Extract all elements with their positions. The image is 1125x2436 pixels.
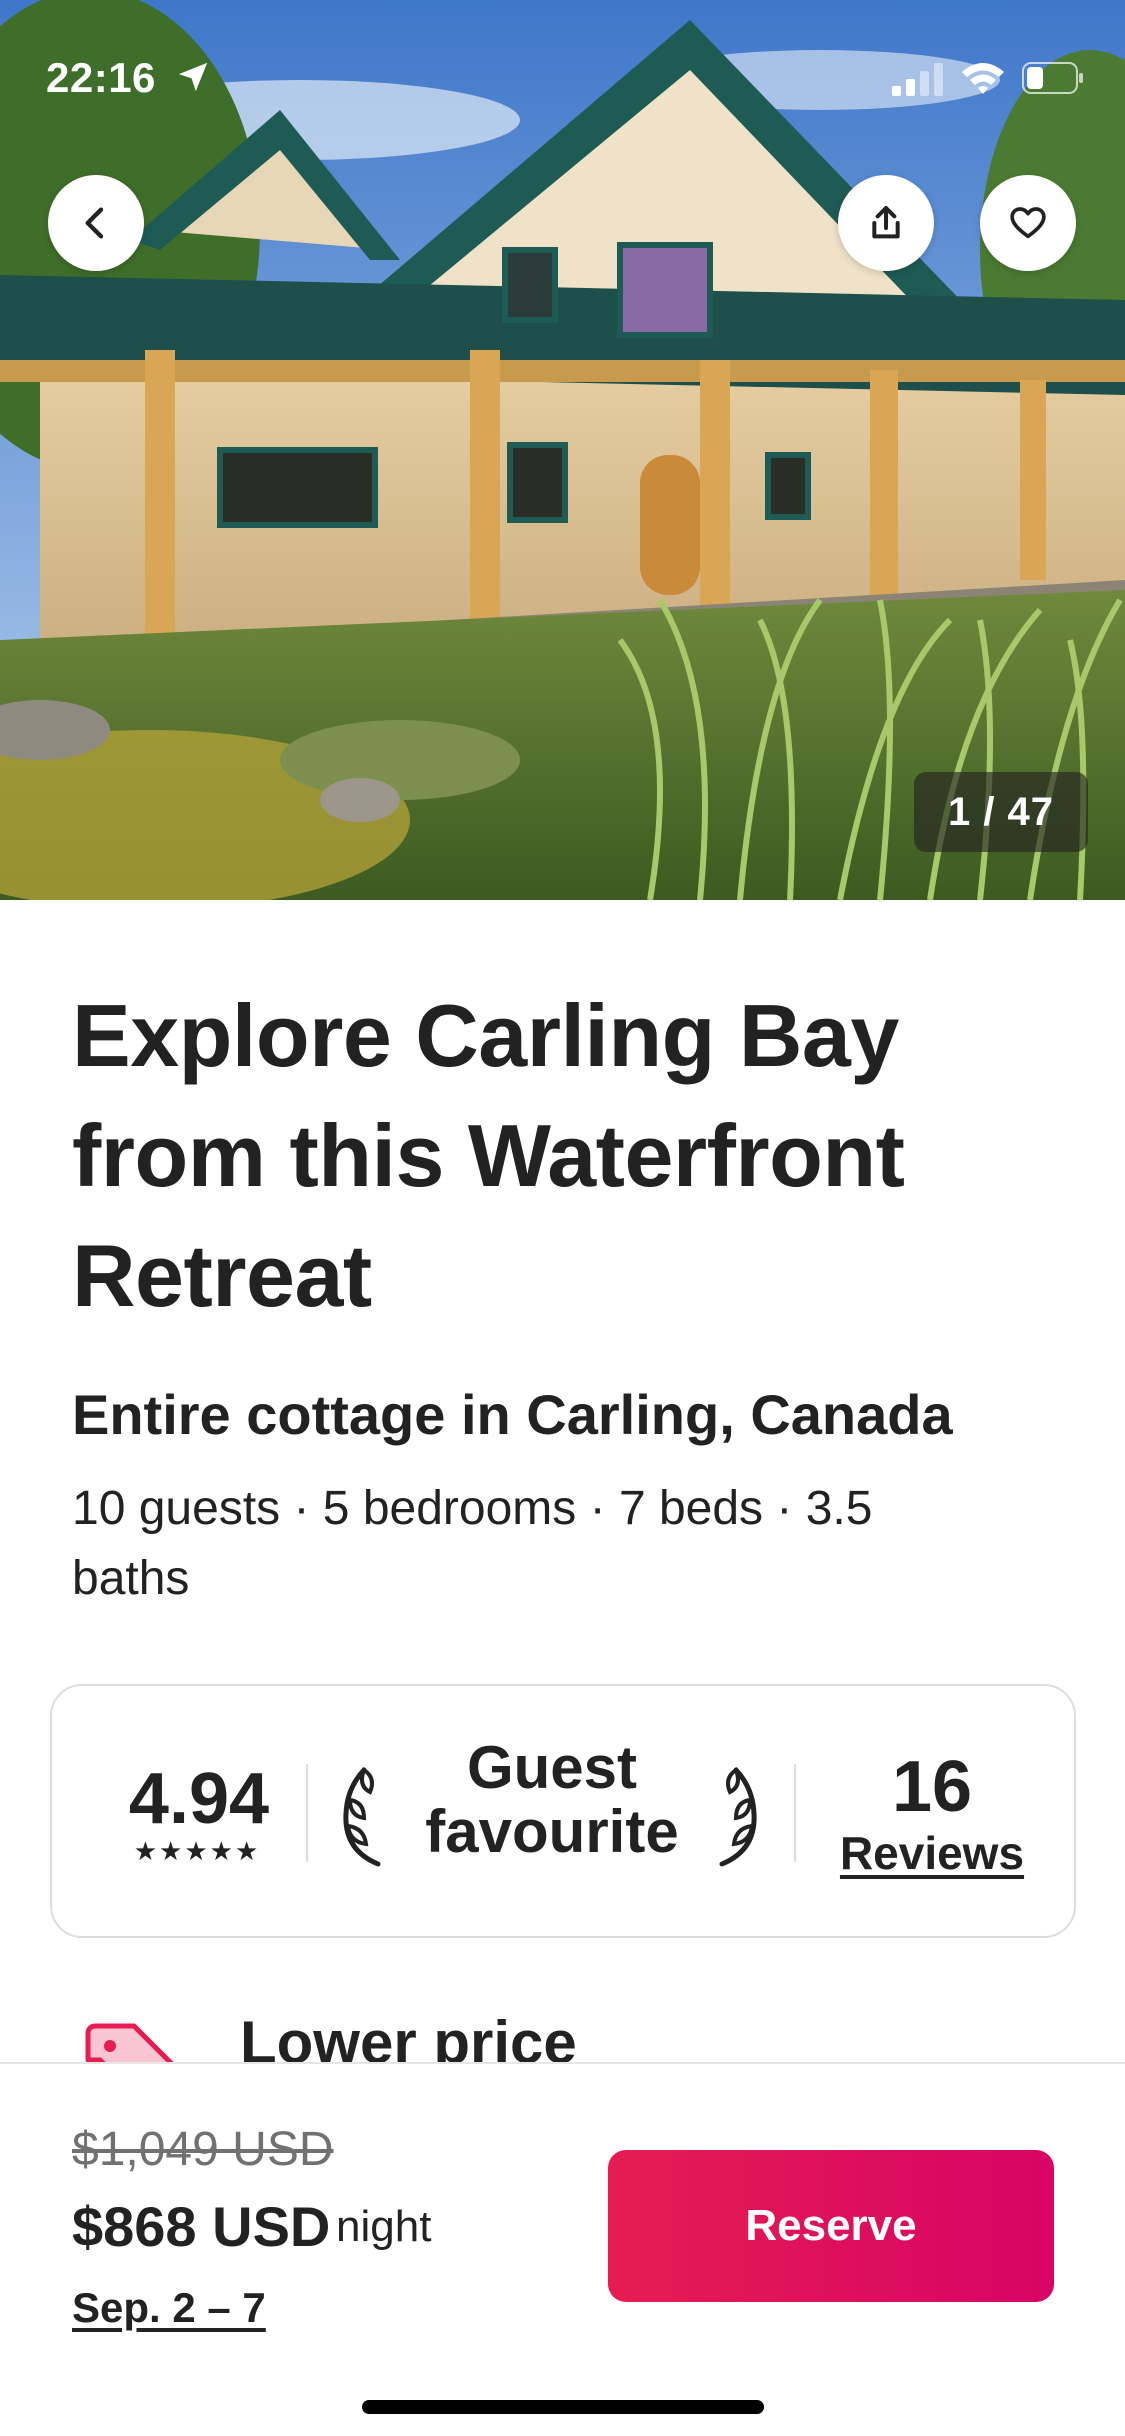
save-to-wishlist-button[interactable] (980, 175, 1076, 271)
lower-price-banner: Lower price (0, 2006, 1125, 2062)
price-tag-icon (85, 2023, 174, 2062)
heart-icon (1010, 207, 1046, 239)
card-divider (306, 1764, 308, 1862)
rating-stars: ★★★★★ (133, 1836, 261, 1866)
battery-icon (1022, 62, 1083, 94)
listing-title: Explore Carling Bay from this Waterfront… (72, 986, 905, 1325)
listing-subtitle: Entire cottage in Carling, Canada (72, 1383, 953, 1446)
share-button[interactable] (838, 175, 934, 271)
original-price: $1,049 USD (72, 2123, 334, 2176)
rating-card[interactable]: 4.94 ★★★★★ Guest favourite 16 Reviews (50, 1684, 1076, 1938)
booking-bar: $1,049 USD $868 USD night Sep. 2 – 7 Res… (0, 2062, 1125, 2436)
home-indicator[interactable] (362, 2400, 764, 2414)
reserve-button[interactable]: Reserve (608, 2150, 1054, 2302)
photo-counter: 1 / 47 (914, 772, 1088, 852)
guest-favourite-badge: Guest favourite (425, 1734, 679, 1865)
nightly-price: $868 USD (72, 2195, 331, 2258)
laurel-icon (719, 1766, 757, 1867)
rating-score: 4.94 (128, 1759, 270, 1839)
reviews-link[interactable]: Reviews (812, 1826, 1052, 1880)
lower-price-text: Lower price (240, 2009, 577, 2062)
signal-icon (892, 63, 943, 96)
status-time: 22:16 (46, 54, 156, 101)
listing-details: 10 guests · 5 bedrooms · 7 beds · 3.5 ba… (72, 1482, 873, 1605)
card-divider (794, 1764, 796, 1862)
review-count: 16 (891, 1747, 973, 1827)
listing-photo[interactable]: 22:16 1 / 47 (0, 0, 1125, 900)
status-bar: 22:16 (0, 0, 1125, 140)
location-arrow-icon (178, 62, 208, 92)
back-button[interactable] (48, 175, 144, 271)
trip-dates-link[interactable]: Sep. 2 – 7 (72, 2284, 266, 2332)
wifi-icon (962, 63, 1004, 94)
back-icon (85, 207, 104, 239)
share-icon (872, 206, 900, 239)
price-unit: night (336, 2202, 432, 2251)
